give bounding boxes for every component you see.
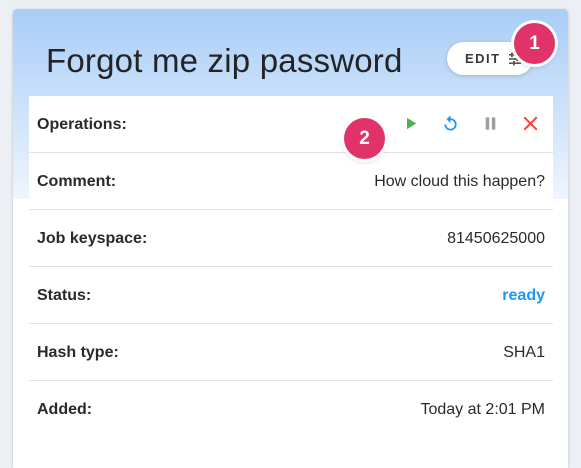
play-icon[interactable] — [400, 113, 421, 134]
detail-row-hash-type: Hash type: SHA1 — [29, 324, 553, 381]
restart-icon[interactable] — [440, 113, 461, 134]
edit-button-label: EDIT — [465, 51, 501, 66]
detail-row-status: Status: ready — [29, 267, 553, 324]
page-title: Forgot me zip password — [46, 42, 403, 79]
detail-row-added: Added: Today at 2:01 PM — [29, 381, 553, 438]
keyspace-value: 81450625000 — [447, 230, 545, 247]
operations-label: Operations: — [37, 116, 127, 133]
comment-label: Comment: — [37, 173, 117, 190]
operations-controls — [400, 113, 541, 134]
comment-value: How cloud this happen? — [374, 173, 545, 190]
status-label: Status: — [37, 287, 92, 304]
added-value: Today at 2:01 PM — [420, 401, 545, 418]
operations-row: Operations: — [29, 96, 553, 153]
hash-type-label: Hash type: — [37, 344, 119, 361]
added-label: Added: — [37, 401, 93, 418]
job-details-table: Operations: Comment: How cloud this happ… — [29, 96, 553, 438]
hash-type-value: SHA1 — [503, 344, 545, 361]
detail-row-comment: Comment: How cloud this happen? — [29, 153, 553, 210]
step-badge-2: 2 — [344, 118, 385, 159]
job-card: Forgot me zip password EDIT Operations: — [13, 9, 568, 468]
status-value: ready — [502, 287, 545, 304]
keyspace-label: Job keyspace: — [37, 230, 148, 247]
detail-row-keyspace: Job keyspace: 81450625000 — [29, 210, 553, 267]
delete-icon[interactable] — [520, 113, 541, 134]
step-badge-1: 1 — [514, 23, 555, 64]
pause-icon[interactable] — [480, 113, 501, 134]
